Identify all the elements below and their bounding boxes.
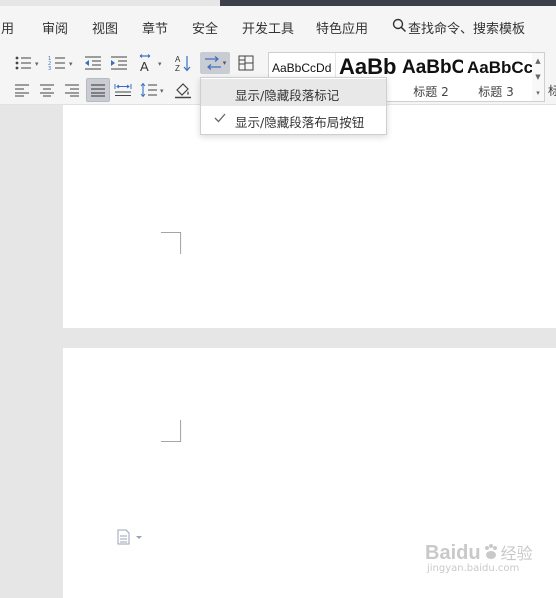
menu-item-chapter[interactable]: 章节 <box>142 18 168 37</box>
check-icon <box>214 113 226 123</box>
chevron-down-icon[interactable]: ▾ <box>35 60 39 68</box>
chevron-down-icon[interactable]: ▾ <box>69 60 73 68</box>
sort-icon[interactable]: AZ <box>172 52 194 74</box>
svg-text:3: 3 <box>48 66 51 71</box>
menu-item-review[interactable]: 审阅 <box>42 18 68 37</box>
menu-item-special[interactable]: 特色应用 <box>316 18 368 37</box>
align-right-icon[interactable] <box>61 79 83 101</box>
chevron-up-icon[interactable]: ▲ <box>532 53 544 69</box>
menu-bar: 引用 审阅 视图 章节 安全 开发工具 特色应用 查找命令、搜索模板 <box>0 6 556 44</box>
search-icon[interactable] <box>392 18 407 37</box>
style-heading-3[interactable]: AaBbCc 标题 3 <box>464 53 532 101</box>
bullet-list-icon[interactable] <box>12 52 34 74</box>
search-commands-input[interactable]: 查找命令、搜索模板 <box>408 18 525 37</box>
decrease-indent-icon[interactable] <box>82 52 104 74</box>
paw-icon <box>482 543 500 565</box>
style-heading-2[interactable]: AaBbC 标题 2 <box>399 53 463 101</box>
show-hide-layout-button-item[interactable]: 显示/隐藏段落布局按钮 <box>201 106 386 133</box>
svg-text:Z: Z <box>175 64 180 72</box>
distribute-icon[interactable] <box>112 79 134 101</box>
numbered-list-icon[interactable]: 123 <box>46 52 68 74</box>
text-direction-icon[interactable]: A <box>136 52 158 74</box>
increase-indent-icon[interactable] <box>108 52 130 74</box>
chevron-down-icon[interactable]: ▾ <box>158 60 162 68</box>
more-styles-icon[interactable]: ▾ <box>532 85 544 101</box>
document-page-1[interactable] <box>63 105 556 328</box>
show-hide-paragraph-marks-item[interactable]: 显示/隐藏段落标记 <box>201 79 386 106</box>
svg-text:A: A <box>140 59 149 72</box>
paragraph-marks-dropdown: 显示/隐藏段落标记 显示/隐藏段落布局按钮 <box>200 77 387 135</box>
table-layout-icon[interactable] <box>235 52 257 74</box>
watermark: Baidu 经验 jingyan.baidu.com <box>425 542 533 574</box>
paragraph-layout-icon[interactable] <box>117 529 143 549</box>
shading-icon[interactable] <box>172 79 194 101</box>
menu-item-security[interactable]: 安全 <box>192 18 218 37</box>
line-spacing-icon[interactable] <box>138 79 160 101</box>
align-center-icon[interactable] <box>36 79 58 101</box>
chevron-down-icon[interactable]: ▾ <box>160 87 164 95</box>
align-left-icon[interactable] <box>11 79 33 101</box>
styles-gallery-scroll[interactable]: ▲ ▼ ▾ <box>532 52 545 102</box>
svg-text:A: A <box>175 55 181 64</box>
chevron-down-icon[interactable]: ▾ <box>223 59 227 67</box>
paragraph-marks-icon[interactable]: ▾ <box>200 52 230 74</box>
justify-icon[interactable] <box>86 78 110 102</box>
menu-item-developer[interactable]: 开发工具 <box>242 18 294 37</box>
chevron-down-icon[interactable]: ▼ <box>532 69 544 85</box>
margin-corner-mark <box>160 420 182 442</box>
menu-item-references[interactable]: 引用 <box>0 18 14 37</box>
margin-corner-mark <box>160 232 182 254</box>
ribbon-label-fragment: 标 <box>548 84 556 98</box>
menu-item-view[interactable]: 视图 <box>92 18 118 37</box>
